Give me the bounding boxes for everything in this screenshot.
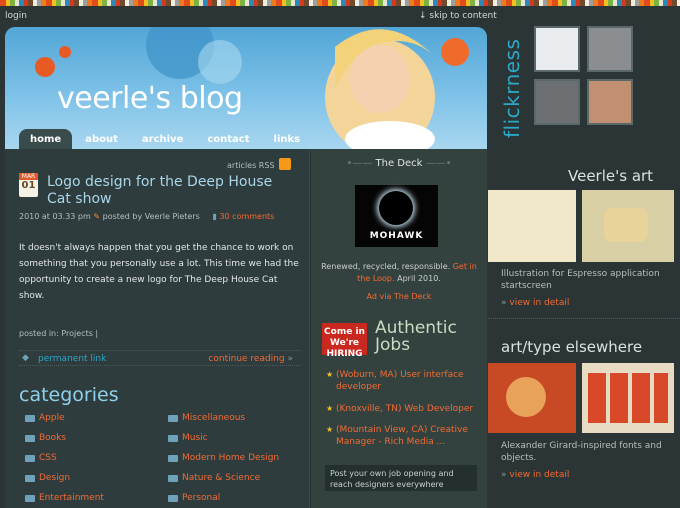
calendar-icon: MAR 01 (19, 173, 38, 197)
deck-desc-text: Renewed, recycled, responsible. (321, 262, 451, 271)
the-deck-sidebar: •—— The Deck ——• MOHAWK Renewed, recycle… (311, 149, 487, 508)
deck-title: •—— The Deck ——• (346, 158, 452, 169)
post-link-bar: ◆ permanent link continue reading » (19, 350, 301, 366)
blog-title[interactable]: veerle's blog (57, 81, 243, 116)
post-job-box[interactable]: Post your own job opening and reach desi… (325, 465, 477, 491)
categories-title: categories (19, 384, 119, 406)
view-detail-label-1: view in detail (509, 298, 570, 308)
job-item[interactable]: (Mountain View, CA) Creative Manager - R… (326, 424, 481, 448)
continue-reading-link[interactable]: continue reading » (208, 354, 293, 364)
category-modern-home-design[interactable]: Modern Home Design (168, 453, 279, 467)
pencil-icon: ✎ (93, 212, 101, 221)
elsewhere-caption: Alexander Girard-inspired fonts and obje… (501, 441, 662, 463)
art-elsewhere-title: art/type elsewhere (501, 338, 643, 356)
nav-tab-contact[interactable]: contact (196, 129, 260, 149)
authentic-jobs-title[interactable]: Authentic Jobs (375, 320, 457, 354)
continue-reading-label: continue reading (208, 354, 285, 364)
view-detail-label-2: view in detail (509, 470, 570, 480)
category-css[interactable]: CSS (25, 453, 57, 467)
category-apple[interactable]: Apple (25, 413, 65, 427)
nav-tab-links[interactable]: links (263, 129, 312, 149)
post-author: posted by Veerle Pieters (102, 212, 200, 221)
category-books[interactable]: Books (25, 433, 66, 447)
view-detail-link-1[interactable]: » view in detail (501, 298, 569, 308)
espresso-art-image[interactable] (582, 190, 674, 262)
divider (488, 318, 680, 319)
category-miscellaneous[interactable]: Miscellaneous (168, 413, 245, 427)
girard-type-image[interactable] (582, 363, 674, 433)
comments-link[interactable]: 30 comments (219, 212, 274, 221)
hiring-line2: We're (329, 338, 359, 348)
link-arrow-icon: ◆ (22, 353, 29, 363)
mohawk-ad[interactable]: MOHAWK (355, 185, 438, 247)
post-meta: 2010 at 03.33 pm ✎ posted by Veerle Piet… (19, 212, 274, 221)
flickr-thumb-screenshot[interactable] (534, 26, 580, 72)
view-detail-link-2[interactable]: » view in detail (501, 470, 569, 480)
main-nav: home about archive contact links (19, 129, 311, 149)
post-title[interactable]: Logo design for the Deep House Cat show (47, 174, 297, 208)
category-design[interactable]: Design (25, 473, 70, 487)
deck-description: Renewed, recycled, responsible. Get in t… (317, 261, 481, 285)
post-body: It doesn't always happen that you get th… (19, 243, 299, 301)
nav-tab-archive[interactable]: archive (131, 129, 194, 149)
double-chevron-icon: » (287, 354, 293, 364)
mohawk-word: MOHAWK (369, 231, 424, 241)
flickr-thumb-motorbike[interactable] (587, 26, 633, 72)
hiring-badge[interactable]: Come in We're HIRING (322, 323, 367, 359)
veerles-art-title: Veerle's art (568, 167, 654, 185)
nav-tab-home[interactable]: home (19, 129, 73, 149)
flickr-thumb-machine[interactable] (534, 79, 580, 125)
job-item[interactable]: (Woburn, MA) User interface developer (326, 369, 481, 393)
comment-icon: ▮ (212, 212, 217, 221)
right-column: flickrness Veerle's art Illustration for… (488, 0, 680, 508)
flickr-label[interactable]: flickrness (500, 39, 524, 138)
hiring-line1: Come in (324, 327, 365, 337)
job-item[interactable]: (Knoxville, TN) Web Developer (326, 403, 481, 415)
main-content: articles RSS MAR 01 Logo design for the … (5, 149, 310, 508)
deck-title-text: The Deck (375, 158, 423, 169)
skip-to-content-link[interactable]: ↓ skip to content (419, 11, 497, 21)
hiring-line3: HIRING (326, 349, 363, 359)
ad-via-link[interactable]: Ad via The Deck (311, 292, 487, 301)
category-personal[interactable]: Personal (168, 493, 220, 507)
eclipse-graphic (379, 191, 413, 225)
blog-header: veerle's blog home about archive contact… (5, 27, 487, 149)
aj-title-line2: Jobs (375, 335, 411, 355)
art-caption: Illustration for Espresso application st… (501, 269, 660, 291)
date-day: 01 (21, 180, 36, 191)
posted-in: posted in: Projects | (19, 329, 99, 338)
girard-art-image[interactable] (488, 363, 576, 433)
post-date: 2010 at 03.33 pm (19, 212, 91, 221)
nav-tab-about[interactable]: about (74, 129, 129, 149)
skip-label: skip to content (429, 11, 497, 21)
login-link[interactable]: login (5, 11, 27, 21)
category-nature-science[interactable]: Nature & Science (168, 473, 260, 487)
art-sketch-image[interactable] (488, 190, 576, 262)
flickr-thumb-chocolates[interactable] (587, 79, 633, 125)
rss-label[interactable]: articles RSS (227, 161, 275, 170)
deck-desc-date: April 2010. (397, 274, 441, 283)
rss-icon[interactable] (279, 158, 291, 170)
permanent-link[interactable]: permanent link (38, 354, 106, 364)
category-entertainment[interactable]: Entertainment (25, 493, 104, 507)
date-month: MAR (19, 173, 38, 180)
category-music[interactable]: Music (168, 433, 208, 447)
